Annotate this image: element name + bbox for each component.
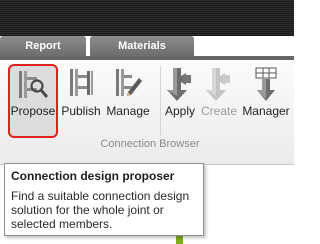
tooltip: Connection design proposer Find a suitab…: [4, 163, 204, 236]
ribbon-panel: Propose Publish Manage Apply Create Mana…: [0, 60, 294, 165]
ribbon-group-label: Connection Browser: [100, 138, 200, 150]
manager-icon: [251, 66, 281, 105]
manager-label: Manager: [242, 104, 290, 118]
tab-report[interactable]: Report: [0, 36, 86, 56]
create-button[interactable]: Create: [200, 64, 238, 138]
tab-materials[interactable]: Materials: [90, 36, 194, 56]
manage-label: Manage: [106, 104, 150, 118]
propose-label: Propose: [10, 104, 56, 118]
create-label: Create: [200, 104, 238, 118]
connection-manage-icon: [111, 66, 145, 103]
apply-label: Apply: [164, 104, 196, 118]
apply-button[interactable]: Apply: [162, 64, 198, 138]
group-separator: [160, 66, 161, 136]
connection-propose-icon: [16, 68, 50, 105]
connection-publish-icon: [64, 66, 98, 103]
tooltip-title: Connection design proposer: [11, 169, 175, 183]
propose-button[interactable]: Propose: [8, 64, 58, 138]
manager-button[interactable]: Manager: [240, 64, 292, 138]
publish-button[interactable]: Publish: [60, 64, 102, 138]
create-icon: [204, 66, 234, 105]
tooltip-description: Find a suitable connection design soluti…: [11, 189, 190, 231]
publish-label: Publish: [61, 104, 101, 118]
manage-button[interactable]: Manage: [104, 64, 152, 138]
title-bar: [0, 0, 294, 36]
apply-icon: [165, 66, 195, 105]
